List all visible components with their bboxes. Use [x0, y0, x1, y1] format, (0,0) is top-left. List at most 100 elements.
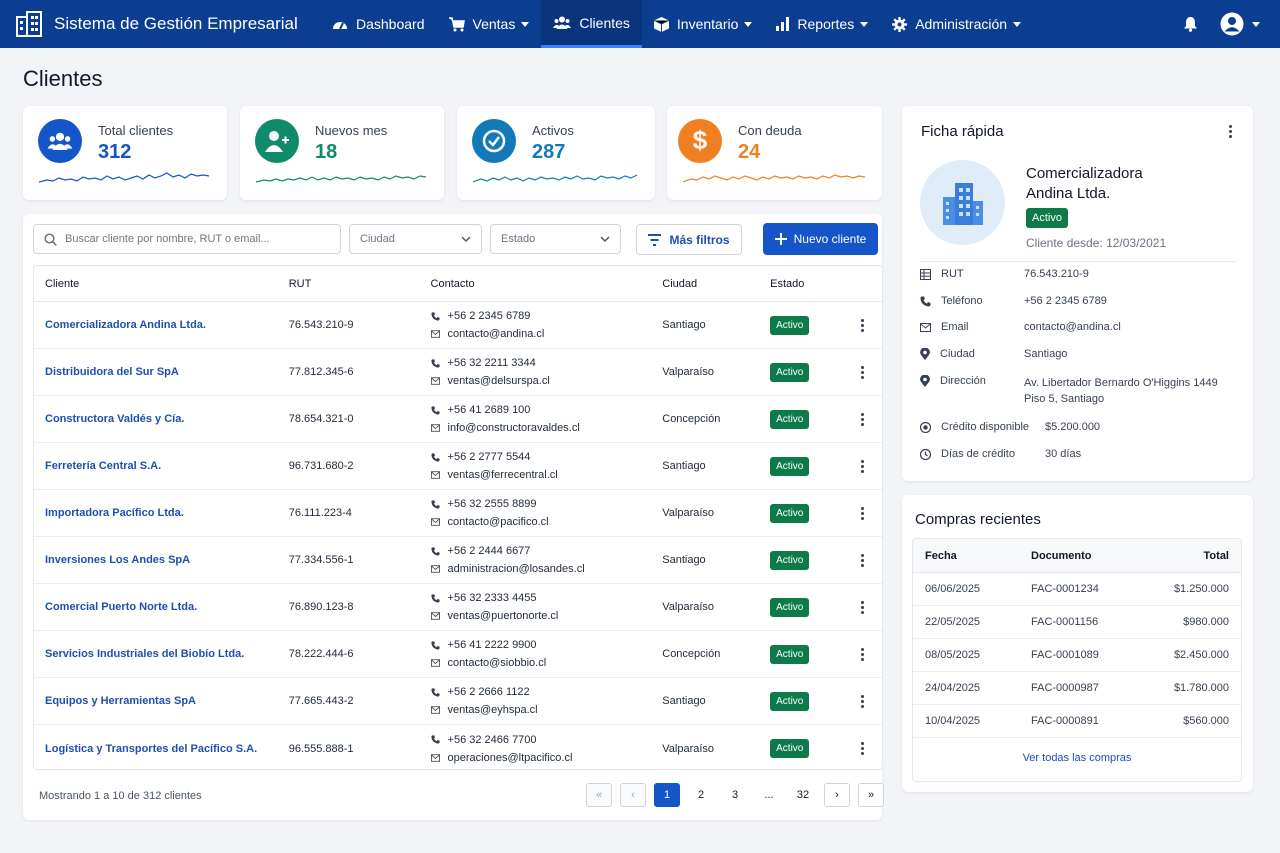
nav-administracion[interactable]: Administración	[880, 0, 1033, 48]
client-name-link[interactable]: Inversiones Los Andes SpA	[45, 554, 190, 566]
client-name-link[interactable]: Distribuidora del Sur SpA	[45, 366, 179, 378]
chevron-down-icon	[461, 236, 471, 242]
field-value: 76.543.210-9	[1024, 268, 1089, 280]
row-actions-icon[interactable]	[860, 318, 864, 332]
row-actions-icon[interactable]	[860, 742, 864, 755]
client-contact: +56 2 2777 5544 ventas@ferrecentral.cl	[430, 448, 663, 484]
row-actions-icon[interactable]	[860, 553, 864, 567]
table-row[interactable]: Comercializadora Andina Ltda. 76.543.210-…	[34, 302, 882, 349]
client-city: Santiago	[662, 460, 706, 472]
purchase-row[interactable]: 24/04/2025 FAC-0000987 $1.780.000	[913, 672, 1241, 705]
table-row[interactable]: Ferretería Central S.A. 96.731.680-2 +56 2…	[34, 443, 882, 490]
client-phone: +56 2 2777 5544	[447, 451, 531, 463]
pin-icon	[920, 348, 930, 360]
brand[interactable]: Sistema de Gestión Empresarial	[0, 11, 320, 37]
client-name-link[interactable]: Comercializadora Andina Ltda.	[45, 319, 206, 331]
table-row[interactable]: Logística y Transportes del Pacífico S.A…	[34, 725, 882, 769]
prev-page-button[interactable]: ‹	[620, 783, 646, 807]
client-name-link[interactable]: Logística y Transportes del Pacífico S.A…	[45, 743, 257, 755]
client-rut: 77.665.443-2	[288, 695, 354, 707]
nav-ventas[interactable]: Ventas	[437, 0, 542, 48]
city-select-value: Ciudad	[360, 233, 395, 245]
mail-icon	[430, 753, 440, 762]
recent-purchases-card: Compras recientes Fecha Documento Total …	[902, 495, 1253, 792]
col-header-estado[interactable]: Estado	[770, 278, 842, 290]
clients-table: Cliente RUT Contacto Ciudad Estado Comer…	[33, 265, 883, 770]
page-ellipsis: ...	[764, 789, 774, 801]
col-header-ciudad[interactable]: Ciudad	[662, 278, 770, 290]
client-since: Cliente desde: 12/03/2021	[1026, 236, 1166, 250]
client-name-link[interactable]: Equipos y Herramientas SpA	[45, 695, 196, 707]
row-actions-icon[interactable]	[860, 365, 864, 379]
client-name-link[interactable]: Importadora Pacífico Ltda.	[45, 507, 184, 519]
view-all-purchases-link[interactable]: Ver todas las compras	[913, 738, 1241, 764]
status-badge: Activo	[1026, 208, 1068, 228]
row-actions-icon[interactable]	[860, 694, 864, 708]
next-page-button[interactable]: ›	[824, 783, 850, 807]
status-select[interactable]: Estado	[490, 224, 621, 254]
page-button[interactable]: 3	[722, 783, 748, 807]
status-badge: Activo	[770, 691, 810, 711]
nav-inventario[interactable]: Inventario	[642, 0, 764, 48]
company-avatar	[920, 160, 1005, 245]
client-name-link[interactable]: Servicios Industriales del Biobío Ltda.	[45, 648, 244, 660]
stat-label: Con deuda	[738, 123, 802, 138]
row-actions-icon[interactable]	[860, 647, 864, 661]
field-credit: Crédito disponible $5.200.000	[920, 421, 1100, 433]
table-row[interactable]: Equipos y Herramientas SpA 77.665.443-2 +5…	[34, 678, 882, 725]
table-row[interactable]: Inversiones Los Andes SpA 77.334.556-1 +56…	[34, 537, 882, 584]
purchase-row[interactable]: 22/05/2025 FAC-0001156 $980.000	[913, 606, 1241, 639]
nav-reportes[interactable]: Reportes	[764, 0, 880, 48]
col-header-cliente[interactable]: Cliente	[34, 278, 289, 290]
sparkline	[473, 174, 638, 183]
nav-clientes[interactable]: Clientes	[541, 0, 642, 48]
row-actions-icon[interactable]	[860, 600, 864, 614]
user-menu[interactable]	[1220, 12, 1260, 36]
client-name-link[interactable]: Ferretería Central S.A.	[45, 460, 161, 472]
search-input[interactable]	[65, 233, 325, 245]
table-row[interactable]: Servicios Industriales del Biobío Ltda. 7…	[34, 631, 882, 678]
row-actions-icon[interactable]	[860, 412, 864, 426]
table-row[interactable]: Constructora Valdés y Cía. 78.654.321-0 +5…	[34, 396, 882, 443]
status-badge: Activo	[770, 597, 810, 617]
page-button[interactable]: 1	[654, 783, 680, 807]
chevron-down-icon	[1013, 21, 1022, 27]
col-header-documento: Documento	[1031, 549, 1092, 562]
table-row[interactable]: Distribuidora del Sur SpA 77.812.345-6 +56…	[34, 349, 882, 396]
table-row[interactable]: Importadora Pacífico Ltda. 76.111.223-4 +5…	[34, 490, 882, 537]
col-header-rut[interactable]: RUT	[289, 278, 431, 290]
status-badge: Activo	[770, 409, 810, 429]
nav-dashboard[interactable]: Dashboard	[320, 0, 437, 48]
client-name-link[interactable]: Comercial Puerto Norte Ltda.	[45, 601, 197, 613]
pin-icon	[920, 375, 930, 387]
field-label: RUT	[941, 268, 964, 280]
address-line2: Piso 5, Santiago	[1024, 393, 1105, 405]
search-box[interactable]	[33, 224, 341, 254]
purchase-row[interactable]: 08/05/2025 FAC-0001089 $2.450.000	[913, 639, 1241, 672]
more-options-icon[interactable]	[1229, 125, 1232, 138]
col-header-contacto[interactable]: Contacto	[431, 278, 663, 290]
purchase-document: FAC-0000891	[1031, 715, 1099, 727]
purchase-row[interactable]: 10/04/2025 FAC-0000891 $560.000	[913, 705, 1241, 738]
last-page-button[interactable]: »	[858, 783, 884, 807]
search-icon	[44, 232, 57, 246]
bell-icon[interactable]	[1183, 16, 1198, 32]
city-select[interactable]: Ciudad	[349, 224, 482, 254]
client-name-link[interactable]: Constructora Valdés y Cía.	[45, 413, 184, 425]
mail-icon	[920, 322, 931, 332]
cart-icon	[448, 16, 465, 31]
first-page-button[interactable]: «	[586, 783, 612, 807]
client-city: Santiago	[662, 319, 706, 331]
page-button[interactable]: 32	[790, 783, 816, 807]
page-button[interactable]: 2	[688, 783, 714, 807]
new-client-button[interactable]: Nuevo cliente	[763, 223, 878, 255]
purchase-row[interactable]: 06/06/2025 FAC-0001234 $1.250.000	[913, 573, 1241, 606]
more-filters-button[interactable]: Más filtros	[636, 224, 742, 255]
dashboard-icon	[333, 22, 347, 30]
nav-label: Administración	[915, 16, 1008, 32]
table-row[interactable]: Comercial Puerto Norte Ltda. 76.890.123-8…	[34, 584, 882, 631]
status-badge: Activo	[770, 739, 810, 758]
row-actions-icon[interactable]	[860, 459, 864, 473]
row-actions-icon[interactable]	[860, 506, 864, 520]
client-rut: 76.890.123-8	[288, 601, 354, 613]
